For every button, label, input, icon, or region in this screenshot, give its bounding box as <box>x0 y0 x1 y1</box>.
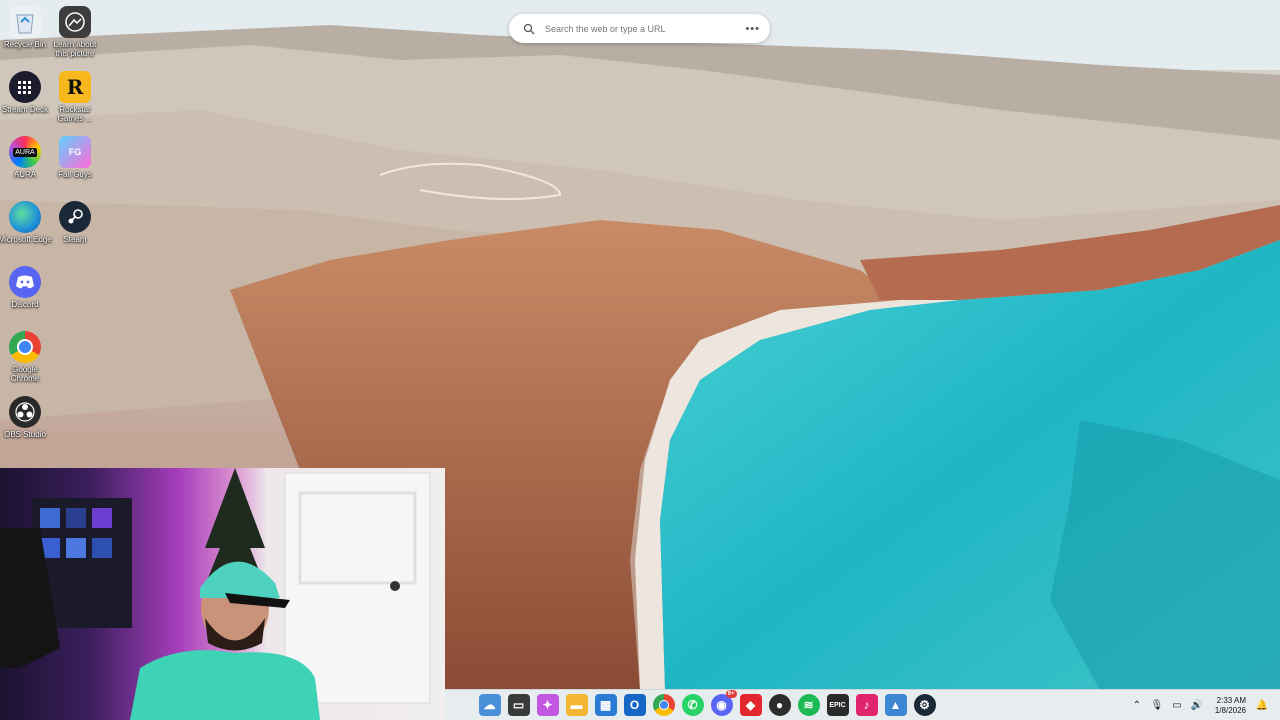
desktop-icon-label: Learn about this picture <box>53 40 97 58</box>
stream-deck-icon <box>9 71 41 103</box>
chevron-up-icon[interactable]: ⌃ <box>1130 699 1144 713</box>
notification-badge: 9+ <box>725 690 737 698</box>
desktop-icon-google-chrome[interactable]: Google Chrome <box>0 331 53 383</box>
webcam-overlay <box>0 468 445 720</box>
copilot-icon[interactable]: ✦ <box>536 694 559 716</box>
magnifier-icon <box>523 23 535 34</box>
file-explorer-icon[interactable]: ▬ <box>565 694 588 716</box>
clock-date: 1/8/2026 <box>1214 705 1246 715</box>
desktop-icon-label: Google Chrome <box>10 365 40 383</box>
desktop-icon-label: Recycle Bin <box>3 40 47 49</box>
network-icon[interactable]: ▭ <box>1170 699 1184 713</box>
desktop-icon-label: Rockstar Games ... <box>57 105 93 123</box>
chrome-icon[interactable] <box>652 694 675 716</box>
fall-guys-icon: FG <box>59 136 91 168</box>
steam-icon[interactable]: ⚙ <box>913 694 936 716</box>
desktop-icon-microsoft-edge[interactable]: Microsoft Edge <box>0 201 53 244</box>
spotlight-icon <box>59 6 91 38</box>
desktop-icon-aura[interactable]: AURA AURA <box>0 136 53 179</box>
microphone-icon[interactable]: 🎙 <box>1150 699 1164 713</box>
notification-bell-icon[interactable]: 🔔 <box>1255 699 1269 713</box>
red-app-icon[interactable]: ◆ <box>739 694 762 716</box>
discord-icon[interactable]: ◉ 9+ <box>710 690 737 716</box>
obs-icon[interactable]: ● <box>768 694 791 716</box>
desktop-icon-label: Steam <box>63 235 87 244</box>
desktop-icon-label: AURA <box>13 170 37 179</box>
microsoft-store-icon[interactable]: ▦ <box>594 694 617 716</box>
desktop-icon-label: Discord <box>11 300 39 309</box>
spotify-icon[interactable]: ≋ <box>797 694 820 716</box>
desktop-icon-label: Stream Deck <box>1 105 49 114</box>
clock-time: 2:33 AM <box>1216 695 1246 705</box>
weather-icon[interactable]: ☁ <box>478 694 501 716</box>
discord-icon <box>9 266 41 298</box>
desktop-icon-recycle-bin[interactable]: Recycle Bin <box>0 6 53 49</box>
edge-icon <box>9 201 41 233</box>
epic-games-icon[interactable]: EPIC <box>826 694 849 716</box>
search-input[interactable] <box>543 22 746 35</box>
desktop-icon-fall-guys[interactable]: FG Fall Guys <box>47 136 103 179</box>
aura-sync-icon: AURA <box>9 136 41 168</box>
clock[interactable]: 2:33 AM 1/8/2026 <box>1215 696 1246 716</box>
system-tray: ⌃ 🎙 ▭ 🔊 2:33 AM 1/8/2026 🔔 <box>1127 690 1272 720</box>
desktop-icon-rockstar-games[interactable]: R Rockstar Games ... <box>47 71 103 123</box>
recycle-bin-icon <box>9 6 41 38</box>
steam-icon <box>59 201 91 233</box>
obs-icon <box>9 396 41 428</box>
desktop-icon-label: OBS Studio <box>4 430 46 439</box>
outlook-icon[interactable]: O <box>623 694 646 716</box>
desktop-icon-stream-deck[interactable]: Stream Deck <box>0 71 53 114</box>
volume-icon[interactable]: 🔊 <box>1190 699 1204 713</box>
taskbar: ☁ ▭ ✦ ▬ ▦ O ✆ ◉ 9+ ◆ ● ≋ EPIC ♪ ▲ ⚙ ⌃ 🎙 … <box>445 689 1280 720</box>
desktop-icon-label: Microsoft Edge <box>0 235 52 244</box>
tiktok-icon[interactable]: ♪ <box>855 694 878 716</box>
more-horizontal-icon[interactable]: ••• <box>745 23 760 35</box>
web-search-box[interactable]: ••• <box>509 14 770 43</box>
task-view-icon[interactable]: ▭ <box>507 694 530 716</box>
rockstar-icon: R <box>59 71 91 103</box>
desktop-icon-obs-studio[interactable]: OBS Studio <box>0 396 53 439</box>
desktop-icon-label: Fall Guys <box>58 170 92 179</box>
desktop-icon-steam[interactable]: Steam <box>47 201 103 244</box>
chrome-icon <box>9 331 41 363</box>
desktop-icon-discord[interactable]: Discord <box>0 266 53 309</box>
photos-icon[interactable]: ▲ <box>884 694 907 716</box>
whatsapp-icon[interactable]: ✆ <box>681 694 704 716</box>
desktop-icon-learn-about-picture[interactable]: Learn about this picture <box>47 6 103 58</box>
